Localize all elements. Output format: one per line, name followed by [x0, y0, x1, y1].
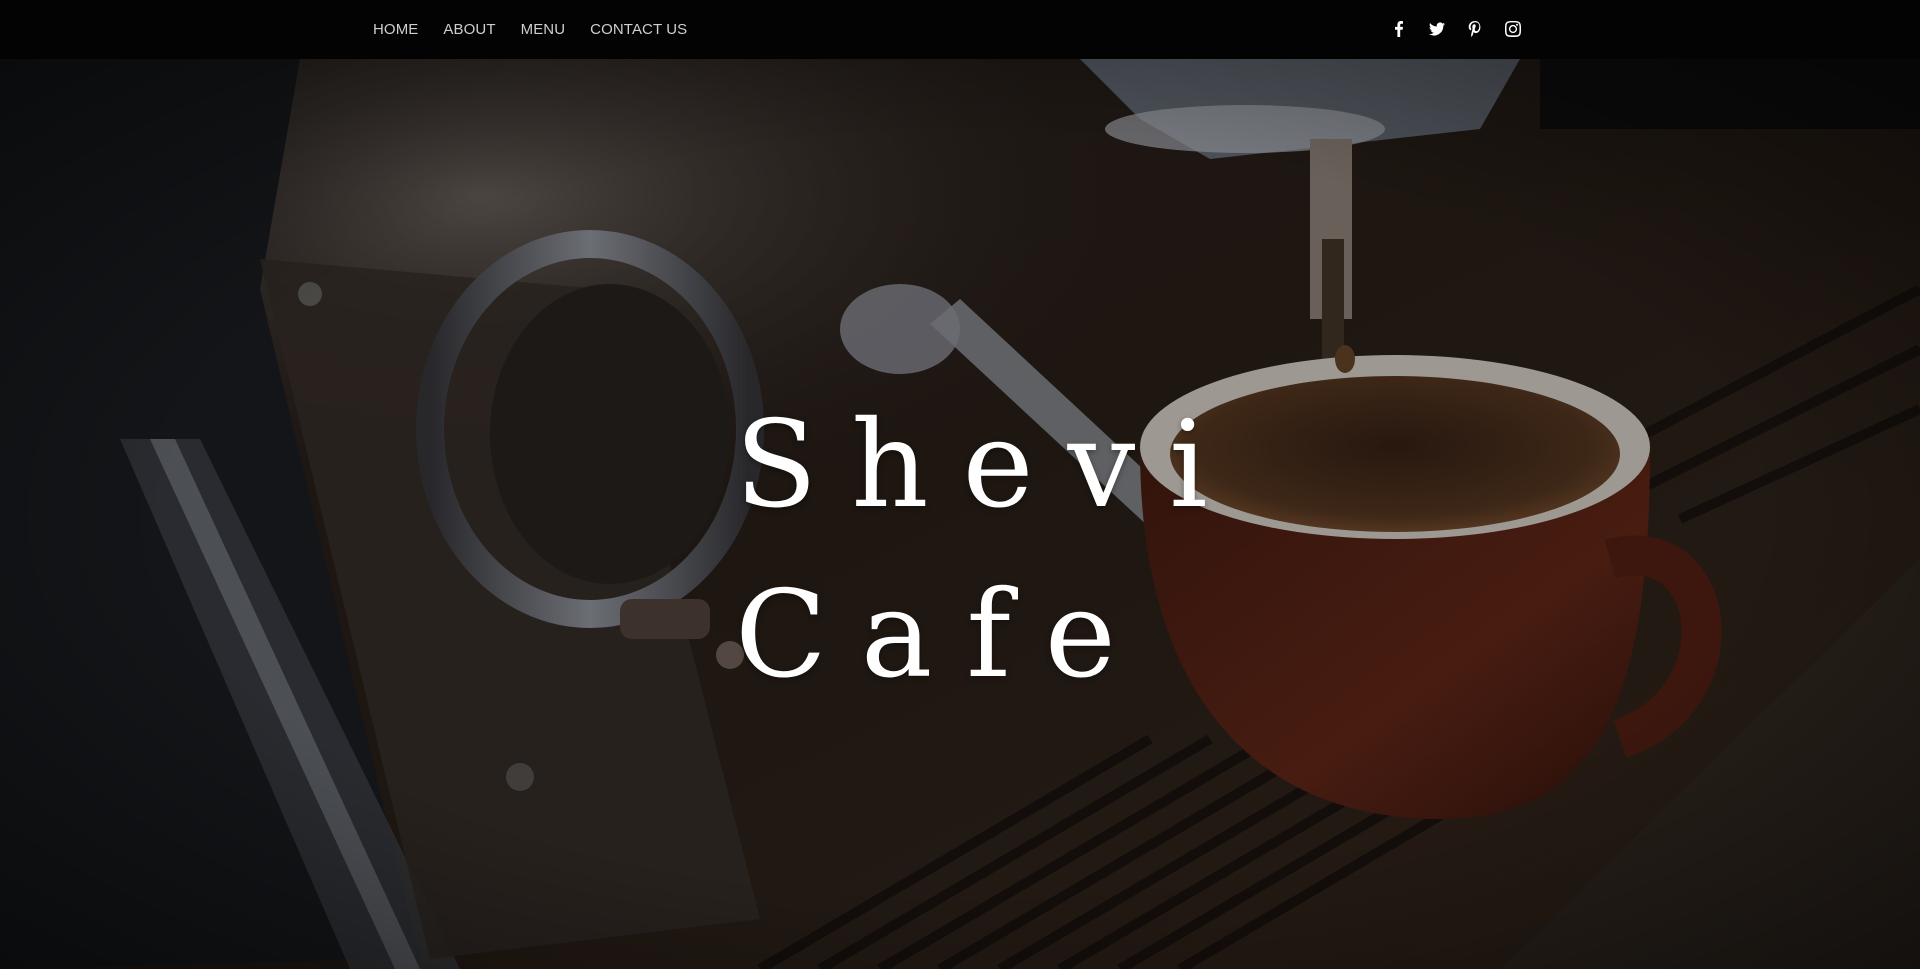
main-nav: HOME ABOUT MENU CONTACT US: [373, 0, 712, 59]
hero-title: Shevi Cafe: [735, 381, 1242, 721]
hero-section: Shevi Cafe: [0, 59, 1920, 969]
social-links: [1388, 0, 1540, 57]
hero-title-line-2: Cafe: [735, 566, 1150, 705]
nav-about-link[interactable]: ABOUT: [443, 21, 495, 38]
instagram-icon[interactable]: [1502, 18, 1524, 40]
top-navigation-bar: HOME ABOUT MENU CONTACT US: [0, 0, 1920, 59]
hero-title-line-1: Shevi: [735, 396, 1242, 535]
twitter-icon[interactable]: [1426, 18, 1448, 40]
facebook-icon[interactable]: [1388, 18, 1410, 40]
nav-home-link[interactable]: HOME: [373, 21, 418, 38]
nav-menu-link[interactable]: MENU: [521, 21, 566, 38]
pinterest-icon[interactable]: [1464, 18, 1486, 40]
nav-contact-link[interactable]: CONTACT US: [590, 21, 687, 38]
